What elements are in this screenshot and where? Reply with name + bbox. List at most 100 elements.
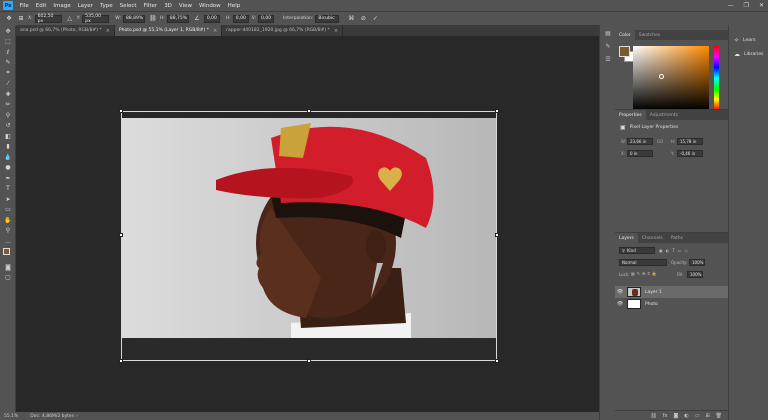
tab-layers[interactable]: Layers: [615, 233, 638, 243]
eyedropper-tool-icon[interactable]: ⁄: [2, 79, 14, 88]
zoom-level[interactable]: 55,1%: [4, 414, 18, 419]
quick-select-tool-icon[interactable]: ✎: [2, 58, 14, 67]
shape-tool-icon[interactable]: ▭: [2, 205, 14, 214]
transform-handle-bottom-right[interactable]: [495, 359, 499, 363]
move-tool-icon[interactable]: ✥: [2, 27, 14, 36]
clone-stamp-icon[interactable]: ⚲: [2, 111, 14, 120]
zoom-tool-icon[interactable]: ⚲: [2, 226, 14, 235]
layer-row-photo[interactable]: 👁 Photo: [615, 298, 728, 310]
interpolation-select[interactable]: Bicubic: [315, 14, 340, 23]
visibility-eye-icon[interactable]: 👁: [615, 301, 625, 307]
minimize-icon[interactable]: —: [728, 2, 734, 9]
menu-type[interactable]: Type: [96, 3, 116, 9]
chain-link-icon[interactable]: ⛓: [148, 14, 158, 23]
blend-mode-select[interactable]: Normal: [619, 259, 667, 266]
menu-edit[interactable]: Edit: [32, 3, 50, 9]
screen-mode-icon[interactable]: ▢: [2, 273, 14, 282]
layer-filter-icons[interactable]: ▣◐T▭◇: [659, 248, 691, 253]
menu-layer[interactable]: Layer: [74, 3, 96, 9]
healing-brush-icon[interactable]: ✚: [2, 90, 14, 99]
crop-tool-icon[interactable]: ⌗: [2, 69, 14, 78]
tab-paths[interactable]: Paths: [667, 233, 687, 243]
layer-name[interactable]: Layer 1: [645, 290, 662, 295]
layer-filter-select[interactable]: ⚲ Kind: [619, 247, 655, 254]
tab-rapper[interactable]: rapper-440182_1920.jpg @ 66,7% (RGB/8#) …: [222, 25, 344, 36]
foreground-color-swatch[interactable]: [3, 248, 10, 255]
vskew-field[interactable]: 0,00: [258, 14, 275, 23]
blur-tool-icon[interactable]: 💧: [2, 153, 14, 162]
brush-panel-icon[interactable]: ✎: [602, 41, 614, 51]
mask-icon[interactable]: ◙: [673, 413, 678, 419]
menu-help[interactable]: Help: [224, 3, 244, 9]
free-transform-box[interactable]: [119, 109, 499, 363]
learn-button[interactable]: ✧ Learn: [729, 33, 768, 47]
path-select-icon[interactable]: ➤: [2, 195, 14, 204]
color-picker-field[interactable]: [633, 46, 709, 110]
layer-row-layer-1[interactable]: 👁 Layer 1: [615, 286, 728, 298]
transform-handle-top-right[interactable]: [495, 109, 499, 113]
maximize-icon[interactable]: ❐: [744, 2, 749, 9]
foreground-color-swatch[interactable]: [619, 46, 630, 57]
prop-y-field[interactable]: -0,46 in: [677, 150, 703, 157]
more-tools-icon[interactable]: …: [2, 237, 14, 246]
brush-tool-icon[interactable]: ✏: [2, 100, 14, 109]
pen-tool-icon[interactable]: ✒: [2, 174, 14, 183]
prop-h-field[interactable]: 15,78 in: [677, 138, 703, 145]
x-field[interactable]: 602,50 px: [34, 14, 62, 24]
commit-transform-icon[interactable]: ✓: [370, 14, 380, 23]
tab-photo[interactable]: Photo.psd @ 55,1% (Layer 1, RGB/8#) * ×: [114, 25, 223, 36]
prop-x-field[interactable]: 0 in: [627, 150, 653, 157]
hskew-field[interactable]: 0,00: [232, 14, 249, 23]
close-icon[interactable]: ✕: [759, 2, 764, 9]
angle-field[interactable]: 0,00: [203, 14, 220, 23]
warp-mode-icon[interactable]: ⌘: [346, 14, 356, 23]
status-menu-icon[interactable]: ›: [76, 414, 78, 419]
y-field[interactable]: 535,00 px: [82, 14, 110, 24]
transform-handle-right[interactable]: [495, 233, 499, 237]
prop-link-icon[interactable]: GO: [657, 139, 663, 144]
color-swatches[interactable]: [2, 247, 14, 261]
tab-adjustments[interactable]: Adjustments: [646, 110, 682, 120]
history-panel-icon[interactable]: ▤: [602, 28, 614, 38]
tab-ana[interactable]: ana.psd @ 66,7% (Photo, RGB/8#) * ×: [16, 25, 115, 36]
tab-properties[interactable]: Properties: [615, 110, 646, 120]
menu-select[interactable]: Select: [116, 3, 140, 9]
trash-icon[interactable]: 🗑: [716, 413, 722, 419]
quick-mask-icon[interactable]: ◙: [2, 263, 14, 272]
menu-3d[interactable]: 3D: [161, 3, 176, 9]
link-icon[interactable]: ⛓: [650, 413, 656, 419]
adjustment-icon[interactable]: ◐: [684, 413, 688, 419]
prop-w-field[interactable]: 23,66 in: [627, 138, 653, 145]
tool-preset-icon[interactable]: ✥: [4, 14, 14, 23]
dodge-tool-icon[interactable]: ●: [2, 163, 14, 172]
marquee-tool-icon[interactable]: ⬚: [2, 37, 14, 46]
tab-swatches[interactable]: Swatches: [635, 30, 665, 40]
reference-point-icon[interactable]: ⊞: [16, 14, 26, 23]
gradient-tool-icon[interactable]: ▮: [2, 142, 14, 151]
transform-handle-bottom[interactable]: [307, 359, 311, 363]
menu-filter[interactable]: Filter: [140, 3, 161, 9]
transform-handle-left[interactable]: [119, 233, 123, 237]
cancel-transform-icon[interactable]: ⊘: [358, 14, 368, 23]
close-tab-icon[interactable]: ×: [106, 28, 110, 34]
adjustments-panel-icon[interactable]: ☰: [602, 54, 614, 64]
new-layer-icon[interactable]: ⊞: [705, 413, 709, 419]
hue-slider[interactable]: [714, 46, 719, 110]
type-tool-icon[interactable]: T: [2, 184, 14, 193]
visibility-eye-icon[interactable]: 👁: [615, 289, 625, 295]
tab-channels[interactable]: Channels: [638, 233, 667, 243]
libraries-button[interactable]: ☁ Libraries: [729, 47, 768, 61]
delta-icon[interactable]: △: [65, 14, 75, 23]
tab-color[interactable]: Color: [615, 30, 635, 40]
menu-window[interactable]: Window: [195, 3, 224, 9]
fill-field[interactable]: 100%: [687, 271, 703, 278]
transform-handle-bottom-left[interactable]: [119, 359, 123, 363]
close-tab-icon[interactable]: ×: [334, 28, 338, 34]
menu-view[interactable]: View: [175, 3, 195, 9]
color-picker-marker[interactable]: [659, 74, 664, 79]
transform-handle-top[interactable]: [307, 109, 311, 113]
fx-icon[interactable]: fx: [663, 413, 668, 419]
menu-file[interactable]: File: [16, 3, 32, 9]
close-tab-icon[interactable]: ×: [213, 28, 217, 34]
transform-handle-top-left[interactable]: [119, 109, 123, 113]
